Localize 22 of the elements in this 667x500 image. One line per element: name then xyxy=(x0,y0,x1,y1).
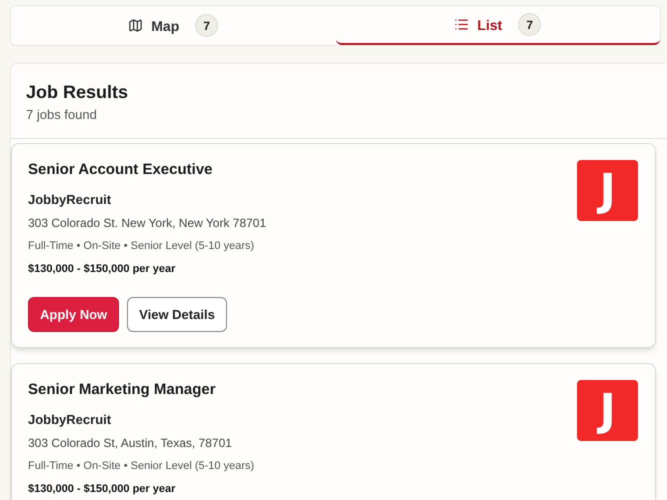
job-salary: $130,000 - $150,000 per year xyxy=(28,482,176,497)
count-badge: 7 xyxy=(518,13,542,36)
results-title: Job Results xyxy=(26,81,130,104)
job-address: 303 Colorado St. New York, New York 78701 xyxy=(28,215,266,231)
job-title: Senior Account Executive xyxy=(28,160,214,180)
count-badge: 7 xyxy=(195,14,218,37)
job-title: Senior Marketing Manager xyxy=(28,380,217,400)
view-tab[interactable]: List 7 xyxy=(336,6,660,45)
company-logo: J xyxy=(577,380,638,441)
job-details: Full-Time • On-Site • Senior Level (5-10 years) xyxy=(28,239,256,254)
map-icon xyxy=(128,18,144,33)
job-details: Full-Time • On-Site • Senior Level (5-10 years) xyxy=(28,459,254,474)
details-button[interactable]: View Details xyxy=(127,297,227,332)
company-logo: J xyxy=(577,160,638,221)
results-count: 7 jobs found xyxy=(26,106,98,124)
view-tab[interactable]: Map 7 xyxy=(11,6,336,45)
job-salary: $130,000 - $150,000 per year xyxy=(28,262,176,277)
job-address: 303 Colorado St, Austin, Texas, 78701 xyxy=(28,435,233,451)
apply-button[interactable]: Apply Now xyxy=(28,297,120,332)
list-icon xyxy=(454,17,470,32)
company-name: JobbyRecruit xyxy=(28,191,112,209)
company-name: JobbyRecruit xyxy=(28,411,112,429)
